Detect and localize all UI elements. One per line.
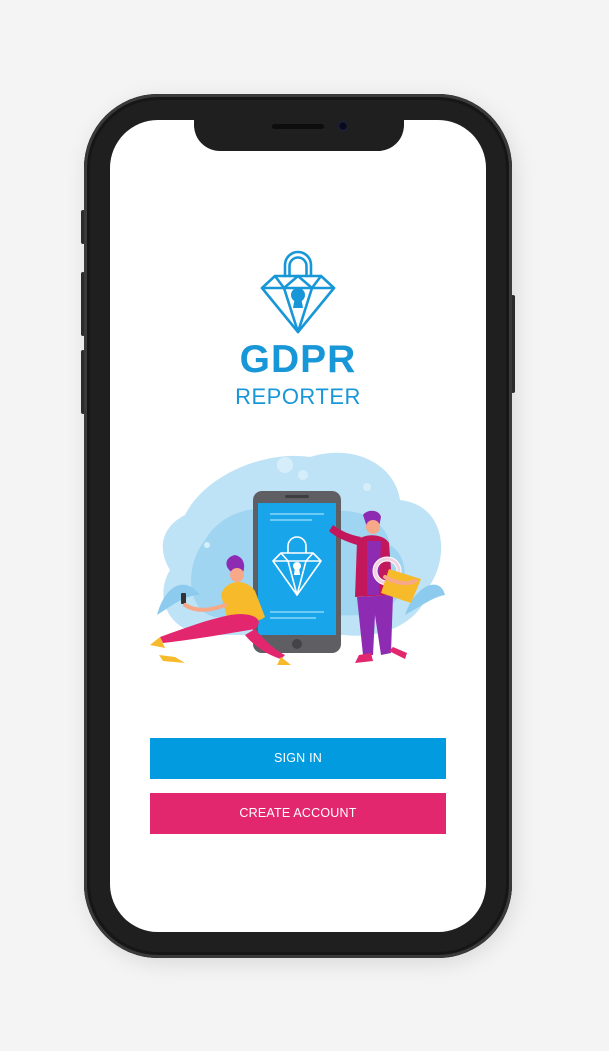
app-subtitle: REPORTER — [235, 384, 361, 409]
create-account-button[interactable]: CREATE ACCOUNT — [150, 793, 446, 834]
sign-in-button[interactable]: SIGN IN — [150, 738, 446, 779]
phone-notch — [194, 115, 404, 151]
padlock-diamond-icon — [260, 250, 336, 334]
front-camera — [338, 121, 348, 131]
app-title: GDPR — [239, 338, 357, 381]
people-with-phone-illustration — [150, 452, 445, 665]
speaker-grille — [272, 124, 324, 129]
